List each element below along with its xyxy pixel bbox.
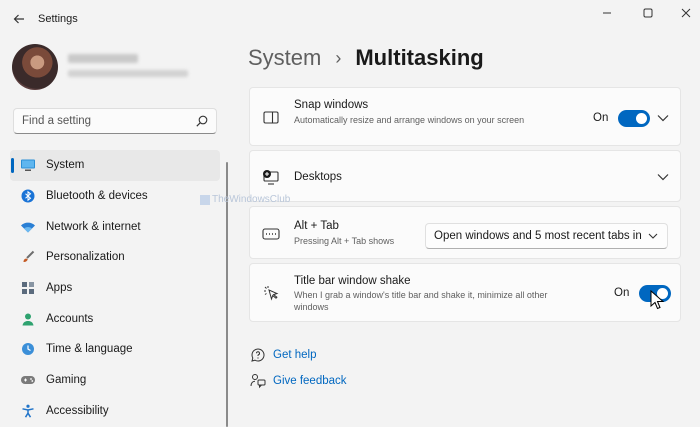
watermark-logo-icon: [200, 194, 210, 205]
alt-tab-dropdown[interactable]: Open windows and 5 most recent tabs in M: [425, 223, 668, 249]
get-help-label: Get help: [273, 349, 317, 361]
search-box[interactable]: [13, 108, 217, 134]
globe-clock-icon: [20, 341, 36, 357]
snap-windows-card[interactable]: Snap windows Automatically resize and ar…: [249, 87, 681, 146]
gamepad-icon: [20, 372, 36, 388]
breadcrumb: System › Multitasking: [248, 45, 484, 71]
sidebar-item-label: Apps: [46, 282, 73, 295]
sidebar-item-label: Gaming: [46, 374, 87, 387]
maximize-button[interactable]: [633, 4, 663, 22]
desktops-card[interactable]: Desktops: [249, 150, 681, 202]
maximize-icon: [643, 8, 653, 18]
sidebar-item-apps[interactable]: Apps: [10, 273, 220, 304]
snap-toggle-state: On: [593, 112, 609, 124]
help-chat-icon: [250, 347, 266, 363]
page-title: Multitasking: [355, 45, 484, 70]
sidebar-item-label: System: [46, 159, 85, 172]
snap-windows-toggle[interactable]: [618, 110, 650, 127]
profile-email-blurred: [68, 70, 188, 77]
keyboard-icon: [262, 225, 280, 243]
app-title: Settings: [38, 13, 78, 25]
alt-tab-selected-value: Open windows and 5 most recent tabs in M: [434, 230, 642, 242]
mouse-cursor-icon: [650, 290, 664, 310]
desktops-icon: [262, 168, 280, 186]
profile-name-blurred: [68, 54, 138, 63]
user-profile[interactable]: [12, 44, 212, 94]
sidebar-nav: System Bluetooth & devices Network & int…: [10, 150, 220, 426]
title-bar: Settings: [0, 0, 700, 38]
snap-windows-description: Automatically resize and arrange windows…: [294, 115, 525, 125]
sidebar-item-label: Time & language: [46, 343, 133, 356]
sidebar-item-label: Bluetooth & devices: [46, 190, 148, 203]
watermark: TheWindowsClub: [200, 194, 290, 205]
sidebar-item-system[interactable]: System: [10, 150, 220, 181]
sidebar-item-label: Accounts: [46, 312, 94, 325]
shake-toggle-state: On: [614, 287, 630, 299]
bluetooth-icon: [20, 188, 36, 204]
sidebar-item-network[interactable]: Network & internet: [10, 211, 220, 242]
alt-tab-title: Alt + Tab: [294, 220, 339, 232]
chevron-down-icon[interactable]: [656, 111, 670, 125]
alt-tab-card: Alt + Tab Pressing Alt + Tab shows Open …: [249, 206, 681, 259]
close-button[interactable]: [671, 4, 700, 22]
give-feedback-label: Give feedback: [273, 375, 347, 387]
wifi-icon: [20, 219, 36, 235]
avatar: [12, 44, 58, 90]
title-bar-shake-description: When I grab a window's title bar and sha…: [294, 290, 548, 312]
shake-icon: [262, 284, 280, 302]
close-icon: [681, 8, 691, 18]
sidebar-item-gaming[interactable]: Gaming: [10, 365, 220, 396]
accessibility-icon: [20, 403, 36, 419]
brush-icon: [20, 249, 36, 265]
search-icon[interactable]: [195, 114, 209, 128]
snap-windows-title: Snap windows: [294, 99, 369, 111]
breadcrumb-parent[interactable]: System: [248, 45, 321, 71]
chevron-down-icon: [648, 233, 658, 239]
sidebar-item-time-language[interactable]: Time & language: [10, 334, 220, 365]
title-bar-shake-card[interactable]: Title bar window shake When I grab a win…: [249, 263, 681, 322]
minimize-icon: [603, 12, 611, 14]
chevron-down-icon[interactable]: [656, 170, 670, 184]
sidebar-item-label: Accessibility: [46, 404, 109, 417]
person-icon: [20, 311, 36, 327]
get-help-link[interactable]: Get help: [250, 345, 316, 365]
monitor-icon: [20, 157, 36, 173]
give-feedback-link[interactable]: Give feedback: [250, 371, 347, 391]
watermark-text: TheWindowsClub: [212, 194, 291, 205]
back-button[interactable]: [8, 8, 30, 30]
snap-layout-icon: [262, 108, 280, 126]
apps-icon: [20, 280, 36, 296]
feedback-icon: [250, 373, 266, 389]
minimize-button[interactable]: [592, 4, 622, 22]
sidebar-item-personalization[interactable]: Personalization: [10, 242, 220, 273]
title-bar-shake-title: Title bar window shake: [294, 275, 411, 287]
sidebar-item-bluetooth[interactable]: Bluetooth & devices: [10, 181, 220, 212]
sidebar-item-accounts[interactable]: Accounts: [10, 303, 220, 334]
sidebar-item-label: Personalization: [46, 251, 125, 264]
back-arrow-icon: [13, 14, 24, 24]
desktops-title: Desktops: [294, 171, 342, 183]
search-input[interactable]: [14, 109, 192, 133]
sidebar-item-accessibility[interactable]: Accessibility: [10, 396, 220, 427]
breadcrumb-separator: ›: [335, 47, 342, 68]
sidebar-item-label: Network & internet: [46, 220, 141, 233]
